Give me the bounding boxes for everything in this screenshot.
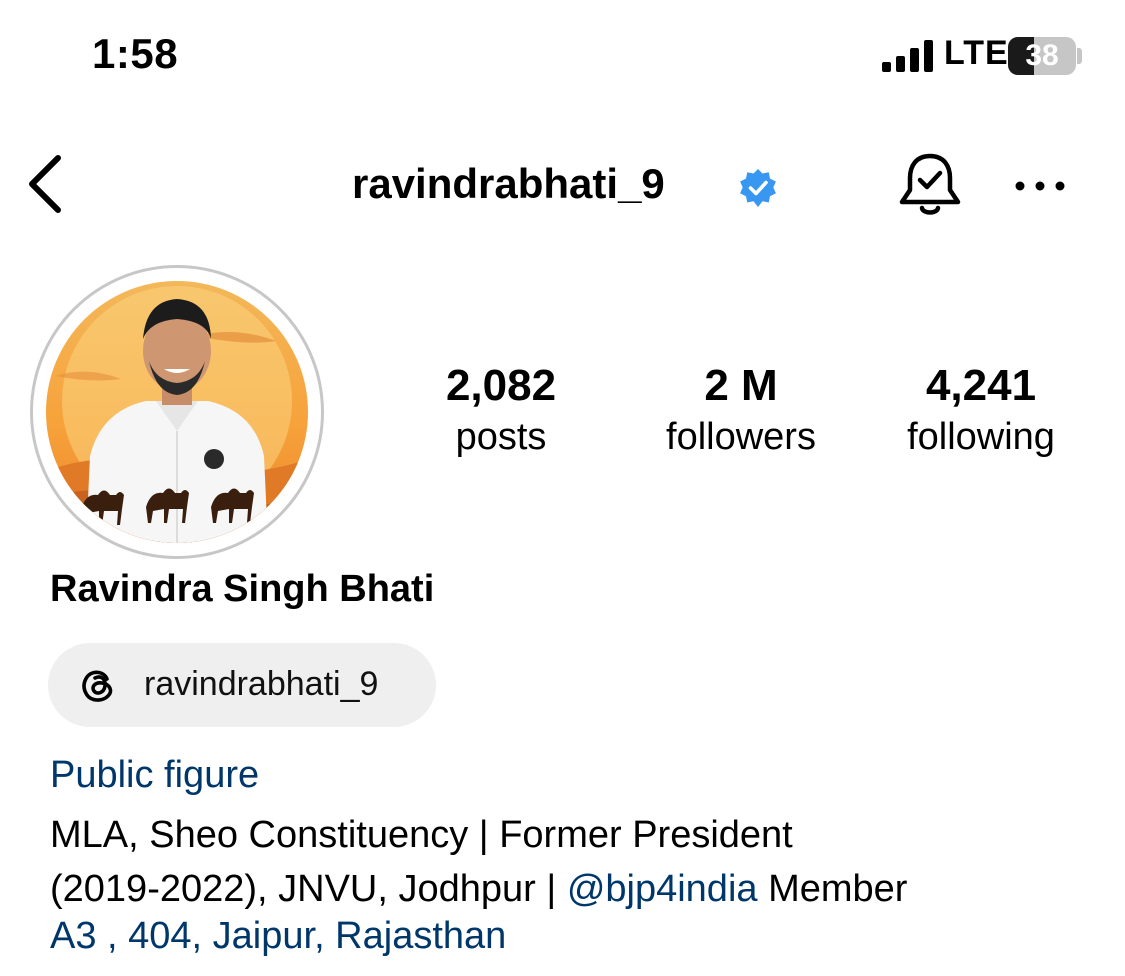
profile-full-name: Ravindra Singh Bhati xyxy=(50,568,435,610)
followers-label: followers xyxy=(666,416,816,458)
bio-text-suffix: Member xyxy=(757,868,908,910)
profile-photo xyxy=(46,281,308,543)
bio-text: (2019-2022), JNVU, Jodhpur | xyxy=(50,868,567,910)
following-label: following xyxy=(907,416,1055,458)
network-type: LTE xyxy=(944,34,1009,72)
status-time: 1:58 xyxy=(92,30,179,77)
battery-icon: 38 xyxy=(1008,37,1076,75)
avatar[interactable] xyxy=(46,281,308,543)
threads-handle: ravindrabhati_9 xyxy=(144,665,379,703)
profile-address-link[interactable]: A3 , 404, Jaipur, Rajasthan xyxy=(50,915,506,958)
posts-label: posts xyxy=(455,416,547,458)
profile-bio: MLA, Sheo Constituency | Former Presiden… xyxy=(50,808,1100,916)
battery-percentage: 38 xyxy=(1025,39,1059,72)
stat-followers[interactable]: 2 M followers xyxy=(648,360,834,462)
signal-strength-icon xyxy=(882,40,933,72)
followers-count: 2 M xyxy=(704,361,778,410)
back-chevron-icon[interactable] xyxy=(26,152,66,216)
more-options-icon[interactable] xyxy=(1014,176,1066,196)
bio-line-1: MLA, Sheo Constituency | Former Presiden… xyxy=(50,814,793,856)
profile-username: ravindrabhati_9 xyxy=(352,160,665,207)
threads-badge-button[interactable]: ravindrabhati_9 xyxy=(48,643,436,727)
bio-mention-link[interactable]: @bjp4india xyxy=(567,868,758,910)
bio-line-2: (2019-2022), JNVU, Jodhpur | @bjp4india … xyxy=(50,862,1100,916)
battery-cap xyxy=(1077,48,1082,64)
verified-badge-icon xyxy=(740,169,776,207)
stat-following[interactable]: 4,241 following xyxy=(888,360,1074,462)
stat-posts[interactable]: 2,082 posts xyxy=(430,360,572,462)
threads-icon xyxy=(82,670,113,702)
notification-bell-icon[interactable] xyxy=(896,150,964,220)
profile-category: Public figure xyxy=(50,754,260,796)
posts-count: 2,082 xyxy=(445,361,557,410)
following-count: 4,241 xyxy=(925,361,1037,410)
